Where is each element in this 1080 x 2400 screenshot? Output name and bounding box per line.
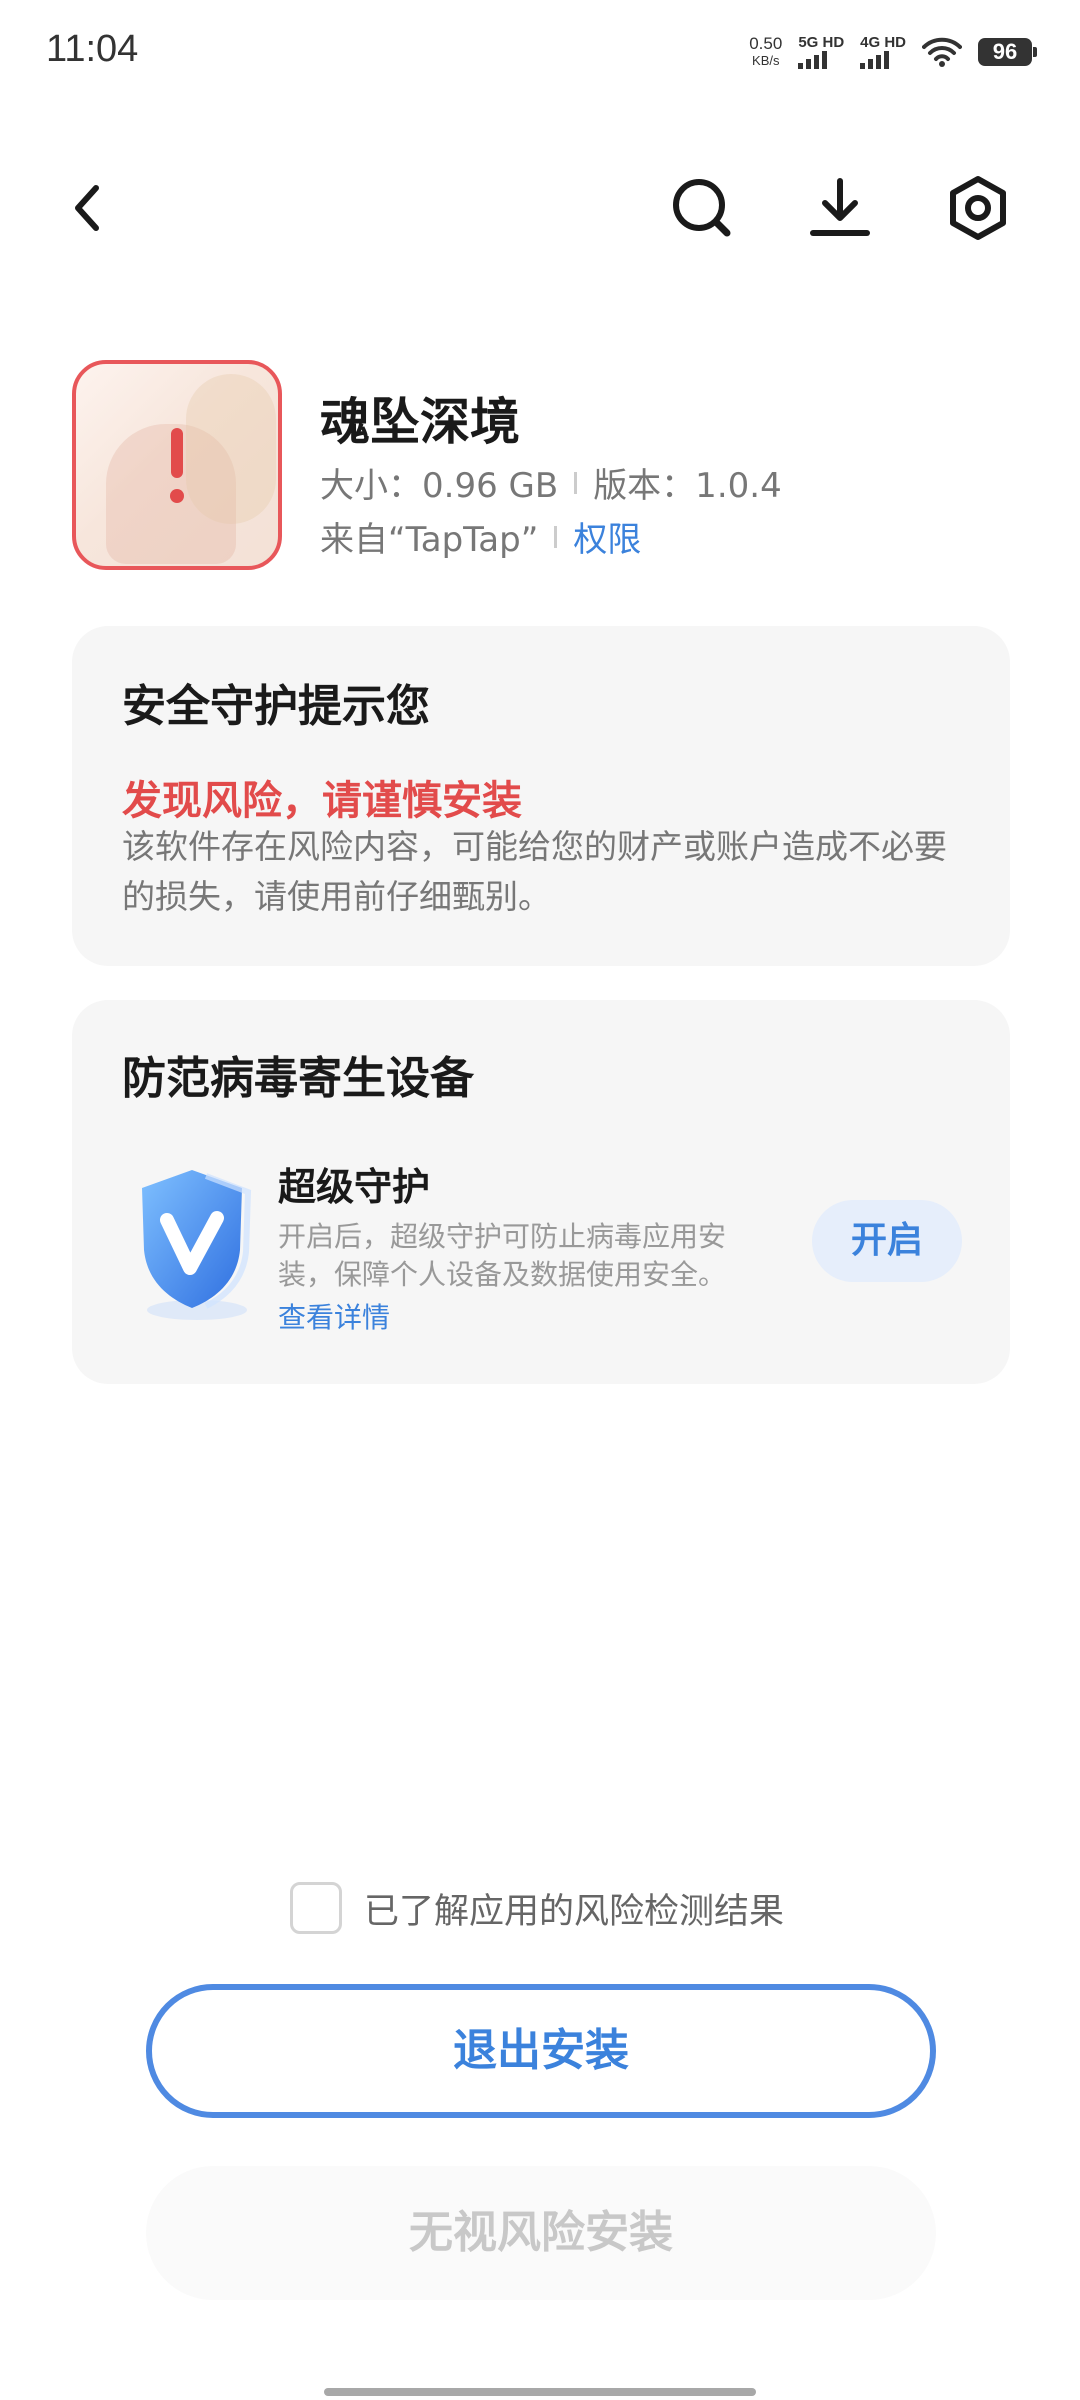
wifi-icon bbox=[922, 37, 962, 67]
app-version: 版本：1.0.4 bbox=[593, 466, 782, 506]
protection-card-title: 防范病毒寄生设备 bbox=[122, 1053, 474, 1104]
status-time: 11:04 bbox=[46, 28, 139, 70]
settings-button[interactable] bbox=[928, 158, 1028, 258]
search-icon bbox=[673, 179, 731, 237]
signal-bars-icon bbox=[798, 51, 828, 69]
back-button[interactable] bbox=[38, 158, 138, 258]
signal-4g: 4G HD bbox=[860, 35, 906, 69]
signal-bars-icon bbox=[860, 51, 890, 69]
top-toolbar bbox=[0, 150, 1080, 270]
app-meta: 大小：0.96 GB 版本：1.0.4 bbox=[320, 458, 782, 507]
enable-protection-button[interactable]: 开启 bbox=[812, 1200, 962, 1282]
network-speed: 0.50 KB/s bbox=[749, 35, 782, 69]
acknowledge-row[interactable]: 已了解应用的风险检测结果 bbox=[290, 1880, 784, 1936]
shield-icon bbox=[122, 1160, 262, 1330]
signal-5g: 5G HD bbox=[798, 35, 844, 69]
protection-card: 防范病毒寄生设备 超级守护 开启后，超级守护可防止病毒应用安装，保障个人设备及数… bbox=[72, 1000, 1010, 1384]
ignore-risk-install-button[interactable]: 无视风险安装 bbox=[146, 2166, 936, 2300]
app-source-row: 来自“TapTap” 权限 bbox=[320, 512, 641, 561]
network-speed-value: 0.50 bbox=[749, 34, 783, 53]
settings-hex-icon bbox=[950, 176, 1006, 240]
app-size: 大小：0.96 GB bbox=[320, 466, 559, 506]
search-button[interactable] bbox=[652, 158, 752, 258]
super-protection-title: 超级守护 bbox=[278, 1165, 431, 1209]
acknowledge-checkbox[interactable] bbox=[290, 1882, 342, 1934]
home-indicator[interactable] bbox=[324, 2388, 756, 2396]
super-protection-description: 开启后，超级守护可防止病毒应用安装，保障个人设备及数据使用安全。 bbox=[278, 1220, 727, 1291]
app-source: 来自“TapTap” bbox=[320, 520, 539, 560]
app-name: 魂坠深境 bbox=[320, 393, 520, 451]
security-card-title: 安全守护提示您 bbox=[122, 681, 430, 732]
warning-icon bbox=[76, 364, 278, 566]
exit-install-button[interactable]: 退出安装 bbox=[146, 1984, 936, 2118]
status-bar: 11:04 0.50 KB/s 5G HD 4G HD 96 bbox=[0, 0, 1080, 100]
permission-link[interactable]: 权限 bbox=[573, 512, 641, 561]
status-indicators: 0.50 KB/s 5G HD 4G HD 96 bbox=[749, 30, 1037, 74]
divider bbox=[554, 525, 558, 548]
back-arrow-icon bbox=[75, 185, 99, 231]
signal-4g-label: 4G HD bbox=[860, 34, 906, 51]
signal-5g-label: 5G HD bbox=[798, 34, 845, 51]
acknowledge-label: 已了解应用的风险检测结果 bbox=[364, 1891, 785, 1932]
app-icon bbox=[72, 360, 282, 570]
download-icon bbox=[810, 178, 870, 236]
download-button[interactable] bbox=[790, 158, 890, 258]
network-speed-unit: KB/s bbox=[752, 53, 780, 68]
risk-title: 发现风险，请谨慎安装 bbox=[122, 778, 522, 824]
risk-description: 该软件存在风险内容，可能给您的财产或账户造成不必要的损失，请使用前仔细甄别。 bbox=[122, 827, 947, 916]
divider bbox=[574, 471, 578, 494]
view-details-link[interactable]: 查看详情 bbox=[278, 1296, 390, 1336]
battery-indicator: 96 bbox=[978, 38, 1037, 66]
security-warning-card: 安全守护提示您 发现风险，请谨慎安装 该软件存在风险内容，可能给您的财产或账户造… bbox=[72, 626, 1010, 966]
